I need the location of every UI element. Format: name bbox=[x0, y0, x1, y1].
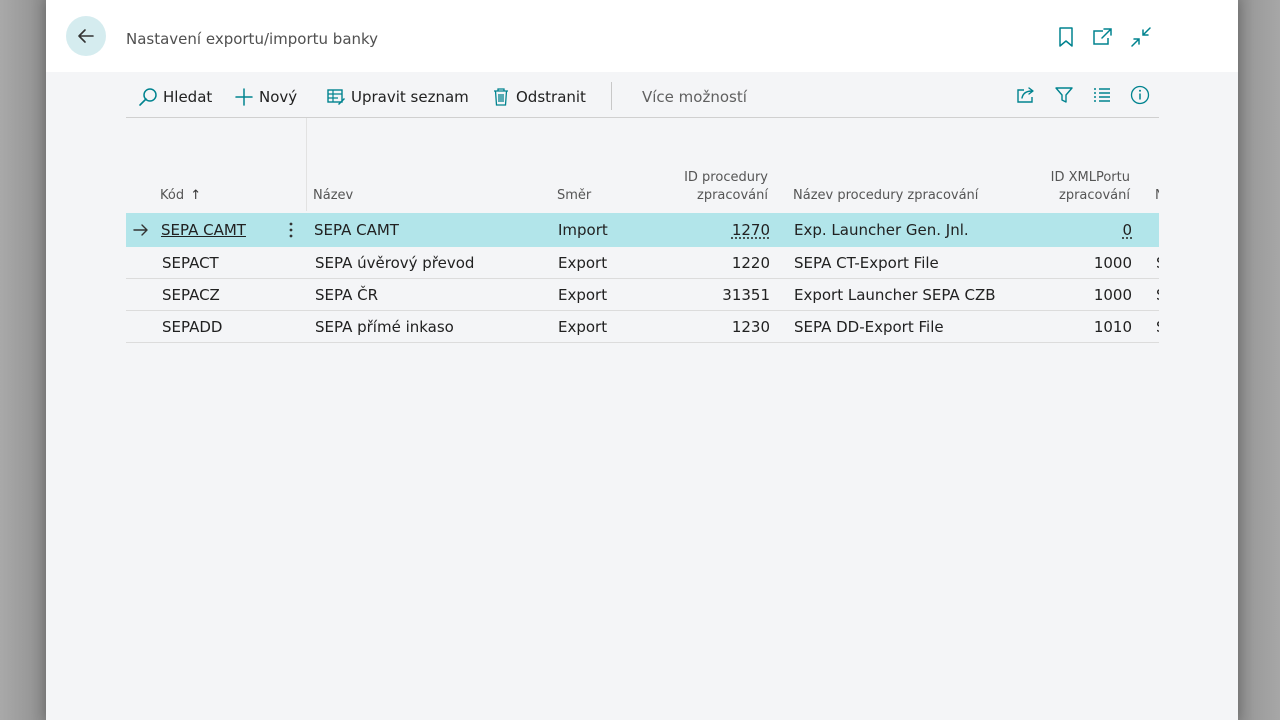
column-header-code-label: Kód bbox=[160, 188, 185, 203]
toolbar-separator bbox=[611, 82, 612, 110]
cell-proc-name: Export Launcher SEPA CZB bbox=[794, 286, 996, 304]
edit-list-label: Upravit seznam bbox=[351, 88, 469, 106]
cell-direction: Import bbox=[558, 221, 608, 239]
data-grid: Kód ↑ Název Směr ID procedury zpracování… bbox=[126, 118, 1159, 358]
cell-proc-id: 1230 bbox=[731, 318, 770, 336]
page-header: Nastavení exportu/importu banky bbox=[46, 0, 1238, 72]
table-row[interactable]: SEPA CAMT SEPA CAMT Import 1270 Exp. Lau… bbox=[126, 213, 1159, 247]
backdrop-left bbox=[0, 0, 46, 720]
column-header-proc-id-line2: zpracování bbox=[697, 188, 768, 203]
cell-proc-name: SEPA DD-Export File bbox=[794, 318, 944, 336]
cell-direction: Export bbox=[558, 318, 608, 336]
cell-name: SEPA přímé inkaso bbox=[315, 318, 454, 336]
cell-code[interactable]: SEPACZ bbox=[162, 279, 220, 311]
column-header-direction[interactable]: Směr bbox=[557, 187, 591, 205]
page-title: Nastavení exportu/importu banky bbox=[126, 30, 379, 48]
cell-name: SEPA ČR bbox=[315, 286, 379, 304]
sort-ascending-icon: ↑ bbox=[190, 188, 202, 203]
delete-label: Odstranit bbox=[516, 88, 586, 106]
column-header-name[interactable]: Název bbox=[313, 187, 353, 205]
edit-list-button[interactable]: Upravit seznam bbox=[326, 84, 469, 110]
row-actions-menu-icon[interactable] bbox=[284, 219, 298, 241]
cell-xml-id: 1000 bbox=[1093, 286, 1132, 304]
column-header-proc-id-line1: ID procedury bbox=[684, 170, 768, 185]
column-header-code[interactable]: Kód ↑ bbox=[160, 187, 201, 205]
bookmark-icon[interactable] bbox=[1055, 26, 1077, 48]
info-icon[interactable] bbox=[1129, 84, 1151, 106]
search-icon bbox=[138, 87, 158, 107]
dialog: Nastavení exportu/importu banky Hledat N… bbox=[46, 0, 1238, 720]
column-header-xml-id-line2: zpracování bbox=[1059, 188, 1130, 203]
list-view-icon[interactable] bbox=[1091, 84, 1113, 106]
table-row[interactable]: SEPACZ SEPA ČR Export 31351 Export Launc… bbox=[126, 279, 1159, 311]
cell-name: SEPA úvěrový převod bbox=[315, 254, 475, 272]
cell-code[interactable]: SEPADD bbox=[162, 311, 222, 343]
collapse-icon[interactable] bbox=[1130, 26, 1152, 48]
backdrop-right bbox=[1238, 0, 1280, 720]
back-button[interactable] bbox=[66, 16, 106, 56]
current-row-arrow-icon bbox=[133, 224, 148, 236]
cell-proc-id: 31351 bbox=[722, 286, 770, 304]
cell-name: SEPA CAMT bbox=[314, 221, 399, 239]
cell-proc-name: SEPA CT-Export File bbox=[794, 254, 939, 272]
edit-list-icon bbox=[326, 87, 346, 107]
cell-direction: Export bbox=[558, 286, 608, 304]
cell-next-clipped: S bbox=[1156, 247, 1159, 279]
new-button[interactable]: Nový bbox=[234, 84, 297, 110]
cell-proc-id[interactable]: 1270 bbox=[732, 213, 770, 247]
cell-xml-id[interactable]: 0 bbox=[1122, 213, 1132, 247]
more-options-label: Více možností bbox=[642, 88, 747, 106]
trash-icon bbox=[491, 87, 511, 107]
table-row[interactable]: SEPADD SEPA přímé inkaso Export 1230 SEP… bbox=[126, 311, 1159, 343]
cell-direction: Export bbox=[558, 254, 608, 272]
cell-next-clipped: S bbox=[1156, 311, 1159, 343]
column-header-xml-id[interactable]: ID XMLPortu zpracování bbox=[1051, 169, 1130, 205]
more-options-button[interactable]: Více možností bbox=[642, 84, 747, 110]
cell-next-clipped: S bbox=[1156, 279, 1159, 311]
table-row[interactable]: SEPACT SEPA úvěrový převod Export 1220 S… bbox=[126, 247, 1159, 279]
cell-proc-id: 1220 bbox=[731, 254, 770, 272]
cell-xml-id: 1000 bbox=[1093, 254, 1132, 272]
share-icon[interactable] bbox=[1015, 84, 1037, 106]
action-toolbar: Hledat Nový Upravit seznam Odstranit Víc… bbox=[126, 80, 1159, 118]
cell-code[interactable]: SEPACT bbox=[162, 247, 219, 279]
column-divider bbox=[306, 118, 307, 211]
plus-icon bbox=[234, 87, 254, 107]
back-arrow-icon bbox=[78, 29, 94, 43]
filter-icon[interactable] bbox=[1053, 84, 1075, 106]
open-in-new-window-icon[interactable] bbox=[1091, 26, 1113, 48]
delete-button[interactable]: Odstranit bbox=[491, 84, 586, 110]
search-label: Hledat bbox=[163, 88, 213, 106]
search-button[interactable]: Hledat bbox=[138, 84, 212, 110]
column-header-next[interactable]: N bbox=[1155, 187, 1159, 205]
cell-xml-id: 1010 bbox=[1093, 318, 1132, 336]
column-header-xml-id-line1: ID XMLPortu bbox=[1050, 170, 1130, 185]
cell-proc-name: Exp. Launcher Gen. Jnl. bbox=[794, 221, 969, 239]
column-header-proc-id[interactable]: ID procedury zpracování bbox=[684, 169, 768, 205]
cell-code[interactable]: SEPA CAMT bbox=[161, 213, 246, 247]
column-header-proc-name[interactable]: Název procedury zpracování bbox=[793, 187, 978, 205]
new-label: Nový bbox=[259, 88, 298, 106]
